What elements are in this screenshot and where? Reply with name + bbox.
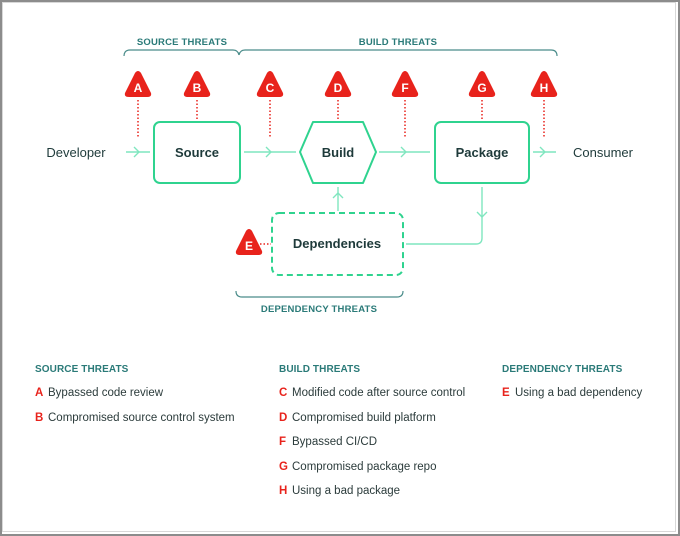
legend-item-d: D Compromised build platform: [279, 411, 465, 436]
threat-text: Compromised source control system: [48, 411, 235, 424]
threat-text: Compromised build platform: [292, 411, 436, 424]
threat-badge-letter: C: [266, 81, 275, 95]
package-label: Package: [456, 145, 509, 160]
threat-badge-a: A: [124, 71, 152, 97]
build-label: Build: [322, 145, 355, 160]
build-threats-group: BUILD THREATS: [238, 37, 558, 57]
consumer-label: Consumer: [573, 145, 634, 160]
threat-badge-c: C: [256, 71, 284, 97]
build-threats-bracket: [238, 49, 558, 57]
threat-badge-letter: H: [540, 81, 549, 95]
threat-text: Bypassed code review: [48, 387, 164, 399]
node-source[interactable]: Source: [153, 121, 241, 184]
legend-build-threats: BUILD THREATS C Modified code after sourc…: [279, 364, 465, 509]
threat-letter: A: [35, 387, 44, 399]
threat-letter: H: [279, 485, 288, 497]
legend-heading: DEPENDENCY THREATS: [502, 364, 623, 375]
legend-item-a: A Bypassed code review: [35, 386, 235, 411]
source-threats-bracket: [123, 49, 240, 57]
node-dependencies[interactable]: Dependencies: [271, 212, 404, 276]
threat-letter: E: [502, 387, 510, 399]
threat-text: Compromised package repo: [292, 460, 437, 473]
dependency-threats-group: DEPENDENCY THREATS: [235, 290, 404, 315]
threat-badge-letter: B: [193, 81, 202, 95]
legend-dependency-threats: DEPENDENCY THREATS E Using a bad dependen…: [502, 364, 642, 411]
node-package[interactable]: Package: [434, 121, 530, 184]
source-threats-group: SOURCE THREATS: [123, 37, 240, 57]
legend-heading: BUILD THREATS: [279, 364, 361, 375]
threat-badge-letter: F: [401, 81, 408, 95]
legend-item-c: C Modified code after source control: [279, 386, 465, 411]
threat-text: Bypassed CI/CD: [292, 436, 378, 448]
legend-item-b: B Compromised source control system: [35, 411, 235, 436]
threat-badge-letter: E: [245, 239, 253, 253]
legend-item-h: H Using a bad package: [279, 484, 465, 509]
threat-text: Using a bad dependency: [515, 387, 643, 399]
developer-label: Developer: [46, 145, 106, 160]
source-label: Source: [175, 145, 219, 160]
dependencies-label: Dependencies: [293, 236, 381, 251]
threat-badge-letter: A: [134, 81, 143, 95]
threat-badge-letter: G: [477, 81, 486, 95]
legend-item-e: E Using a bad dependency: [502, 386, 642, 411]
threat-badge-e: E: [235, 229, 263, 255]
legend-item-f: F Bypassed CI/CD: [279, 435, 465, 460]
threat-badge-b: B: [183, 71, 211, 97]
threat-text: Using a bad package: [292, 485, 401, 497]
threat-letter: D: [279, 411, 288, 424]
dependency-threats-label: DEPENDENCY THREATS: [261, 304, 377, 315]
source-threats-label: SOURCE THREATS: [137, 37, 227, 48]
legend-source-threats: SOURCE THREATS A Bypassed code review B Co…: [35, 364, 235, 435]
threat-badge-d: D: [324, 71, 352, 97]
threat-letter: B: [35, 411, 44, 424]
threat-badge-g: G: [468, 71, 496, 97]
build-threats-label: BUILD THREATS: [359, 37, 437, 48]
legend-item-g: G Compromised package repo: [279, 460, 465, 485]
threat-letter: F: [279, 436, 287, 448]
threat-badge-letter: D: [334, 81, 343, 95]
legend-heading: SOURCE THREATS: [35, 364, 129, 375]
threat-letter: G: [279, 460, 288, 473]
flow-package-dependencies: [406, 187, 483, 245]
threat-badge-h: H: [530, 71, 558, 97]
threat-text: Modified code after source control: [292, 387, 466, 399]
threat-badge-f: F: [391, 71, 419, 97]
dependency-threats-bracket: [235, 290, 404, 298]
node-build[interactable]: Build: [299, 121, 377, 184]
threat-letter: C: [279, 387, 288, 399]
